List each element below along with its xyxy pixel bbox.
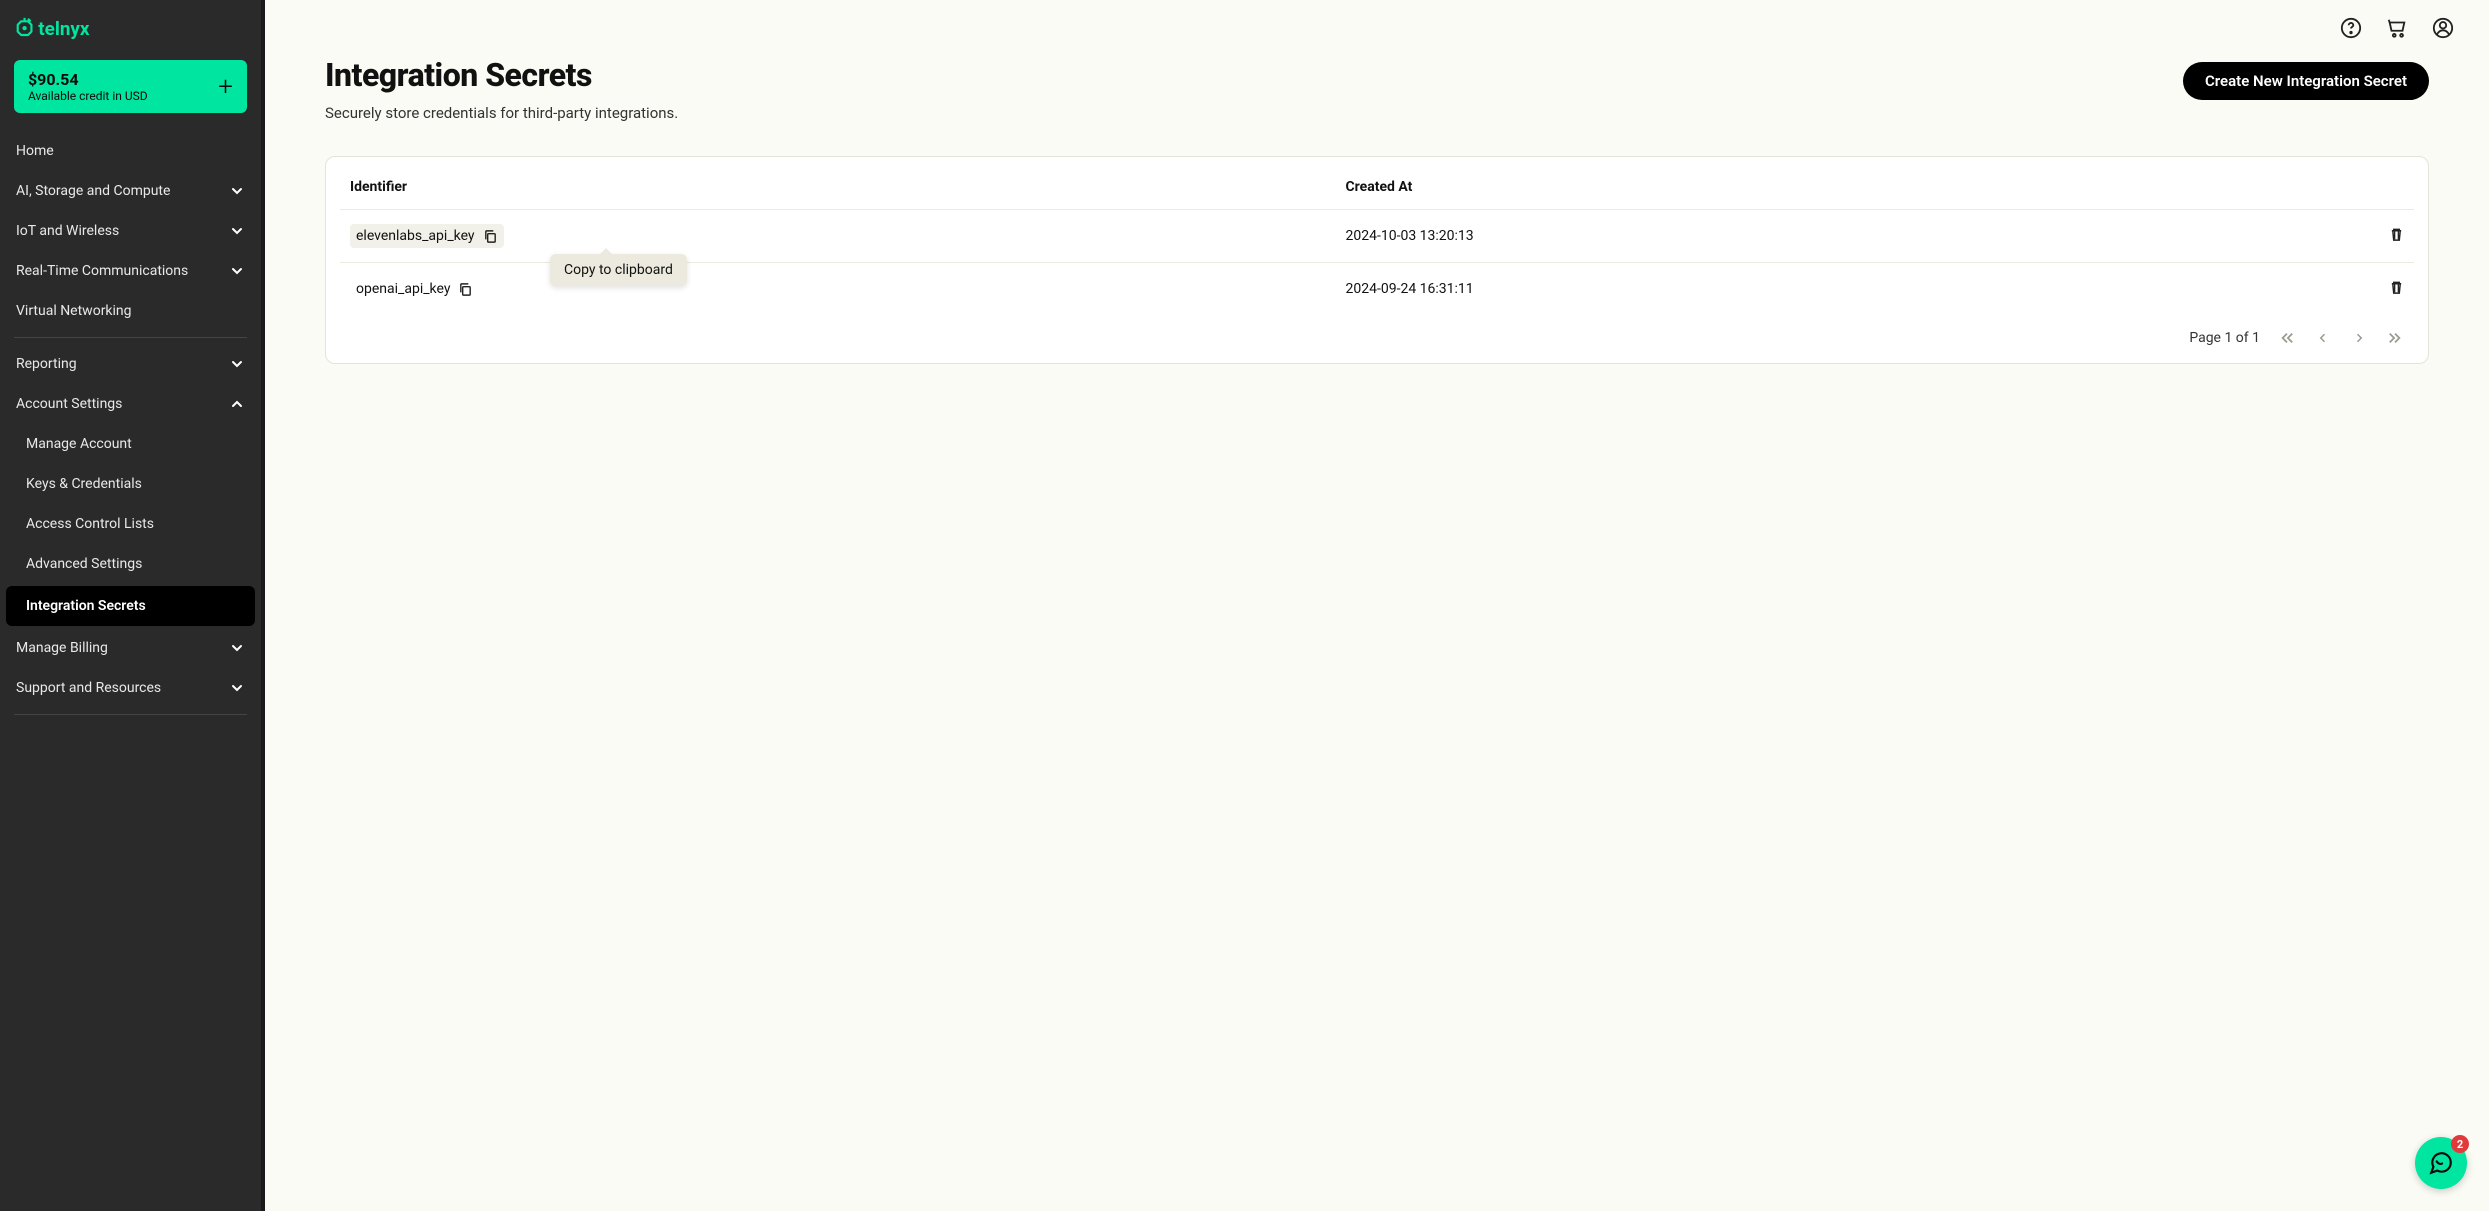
brand-logo[interactable]: telnyx bbox=[0, 16, 261, 60]
sidebar-item-label: Manage Billing bbox=[16, 640, 108, 656]
secret-created-at: 2024-09-24 16:31:11 bbox=[1336, 263, 2249, 316]
sidebar-item-label: Account Settings bbox=[16, 396, 122, 412]
sidebar-item-label: Virtual Networking bbox=[16, 303, 132, 319]
chevron-down-icon bbox=[229, 263, 245, 279]
page-title: Integration Secrets bbox=[325, 56, 678, 94]
copy-icon[interactable] bbox=[483, 229, 498, 244]
secrets-table: Identifier Created At elevenlabs_api_key bbox=[340, 167, 2414, 315]
first-page-button[interactable] bbox=[2278, 329, 2296, 347]
chat-badge: 2 bbox=[2451, 1135, 2469, 1153]
sidebar-subitem-integration-secrets[interactable]: Integration Secrets bbox=[6, 586, 255, 626]
copy-icon[interactable] bbox=[458, 282, 473, 297]
sidebar-item-support[interactable]: Support and Resources bbox=[0, 668, 261, 708]
sidebar-item-iot[interactable]: IoT and Wireless bbox=[0, 211, 261, 251]
plus-icon: + bbox=[218, 74, 233, 100]
sidebar-item-label: Real-Time Communications bbox=[16, 263, 188, 279]
pagination: Page 1 of 1 bbox=[340, 315, 2414, 353]
chevron-up-icon bbox=[229, 396, 245, 412]
sidebar-item-label: AI, Storage and Compute bbox=[16, 183, 170, 199]
column-header-identifier: Identifier bbox=[340, 167, 1336, 210]
sidebar-nav: Home AI, Storage and Compute IoT and Wir… bbox=[0, 131, 261, 1195]
svg-text:telnyx: telnyx bbox=[38, 18, 90, 40]
sidebar-item-label: Reporting bbox=[16, 356, 77, 372]
chat-bubble-button[interactable]: 2 bbox=[2415, 1137, 2467, 1189]
secret-identifier: elevenlabs_api_key bbox=[356, 228, 475, 244]
pagination-label: Page 1 of 1 bbox=[2189, 330, 2260, 346]
page-header: Integration Secrets Securely store crede… bbox=[325, 56, 2429, 122]
sidebar-subitem-manage-account[interactable]: Manage Account bbox=[0, 424, 261, 464]
sidebar-item-label: Support and Resources bbox=[16, 680, 161, 696]
credit-amount: $90.54 bbox=[28, 70, 148, 89]
chevron-down-icon bbox=[229, 640, 245, 656]
column-header-created: Created At bbox=[1336, 167, 2249, 210]
credit-balance-button[interactable]: $90.54 Available credit in USD + bbox=[14, 60, 247, 113]
copy-tooltip: Copy to clipboard bbox=[550, 254, 687, 286]
chevron-down-icon bbox=[229, 183, 245, 199]
divider bbox=[14, 714, 247, 715]
sidebar-item-account-settings[interactable]: Account Settings bbox=[0, 384, 261, 424]
prev-page-button[interactable] bbox=[2314, 329, 2332, 347]
cart-icon[interactable] bbox=[2385, 16, 2409, 40]
sidebar-item-billing[interactable]: Manage Billing bbox=[0, 628, 261, 668]
sidebar-subitem-advanced[interactable]: Advanced Settings bbox=[0, 544, 261, 584]
sidebar-item-label: IoT and Wireless bbox=[16, 223, 119, 239]
create-secret-button[interactable]: Create New Integration Secret bbox=[2183, 62, 2429, 100]
sidebar-subitem-keys[interactable]: Keys & Credentials bbox=[0, 464, 261, 504]
page-subtitle: Securely store credentials for third-par… bbox=[325, 104, 678, 122]
sidebar-item-virtual-networking[interactable]: Virtual Networking bbox=[0, 291, 261, 331]
last-page-button[interactable] bbox=[2386, 329, 2404, 347]
secrets-card: Identifier Created At elevenlabs_api_key bbox=[325, 156, 2429, 364]
content: Integration Secrets Securely store crede… bbox=[265, 48, 2489, 1211]
chevron-down-icon bbox=[229, 680, 245, 696]
next-page-button[interactable] bbox=[2350, 329, 2368, 347]
column-header-actions bbox=[2248, 167, 2414, 210]
chevron-down-icon bbox=[229, 223, 245, 239]
trash-icon[interactable] bbox=[2389, 227, 2404, 242]
credit-label: Available credit in USD bbox=[28, 89, 148, 103]
secret-created-at: 2024-10-03 13:20:13 bbox=[1336, 210, 2249, 263]
sidebar-item-home[interactable]: Home bbox=[0, 131, 261, 171]
chevron-down-icon bbox=[229, 356, 245, 372]
sidebar-item-rtc[interactable]: Real-Time Communications bbox=[0, 251, 261, 291]
sidebar-item-ai-storage[interactable]: AI, Storage and Compute bbox=[0, 171, 261, 211]
trash-icon[interactable] bbox=[2389, 280, 2404, 295]
sidebar: telnyx $90.54 Available credit in USD + … bbox=[0, 0, 265, 1211]
secret-identifier: openai_api_key bbox=[356, 281, 450, 297]
main: Integration Secrets Securely store crede… bbox=[265, 0, 2489, 1211]
user-icon[interactable] bbox=[2431, 16, 2455, 40]
sidebar-item-reporting[interactable]: Reporting bbox=[0, 344, 261, 384]
sidebar-item-label: Home bbox=[16, 143, 54, 159]
help-icon[interactable] bbox=[2339, 16, 2363, 40]
table-row: elevenlabs_api_key Copy to clipboard 202… bbox=[340, 210, 2414, 263]
topbar bbox=[265, 0, 2489, 48]
divider bbox=[14, 337, 247, 338]
sidebar-subitem-acl[interactable]: Access Control Lists bbox=[0, 504, 261, 544]
